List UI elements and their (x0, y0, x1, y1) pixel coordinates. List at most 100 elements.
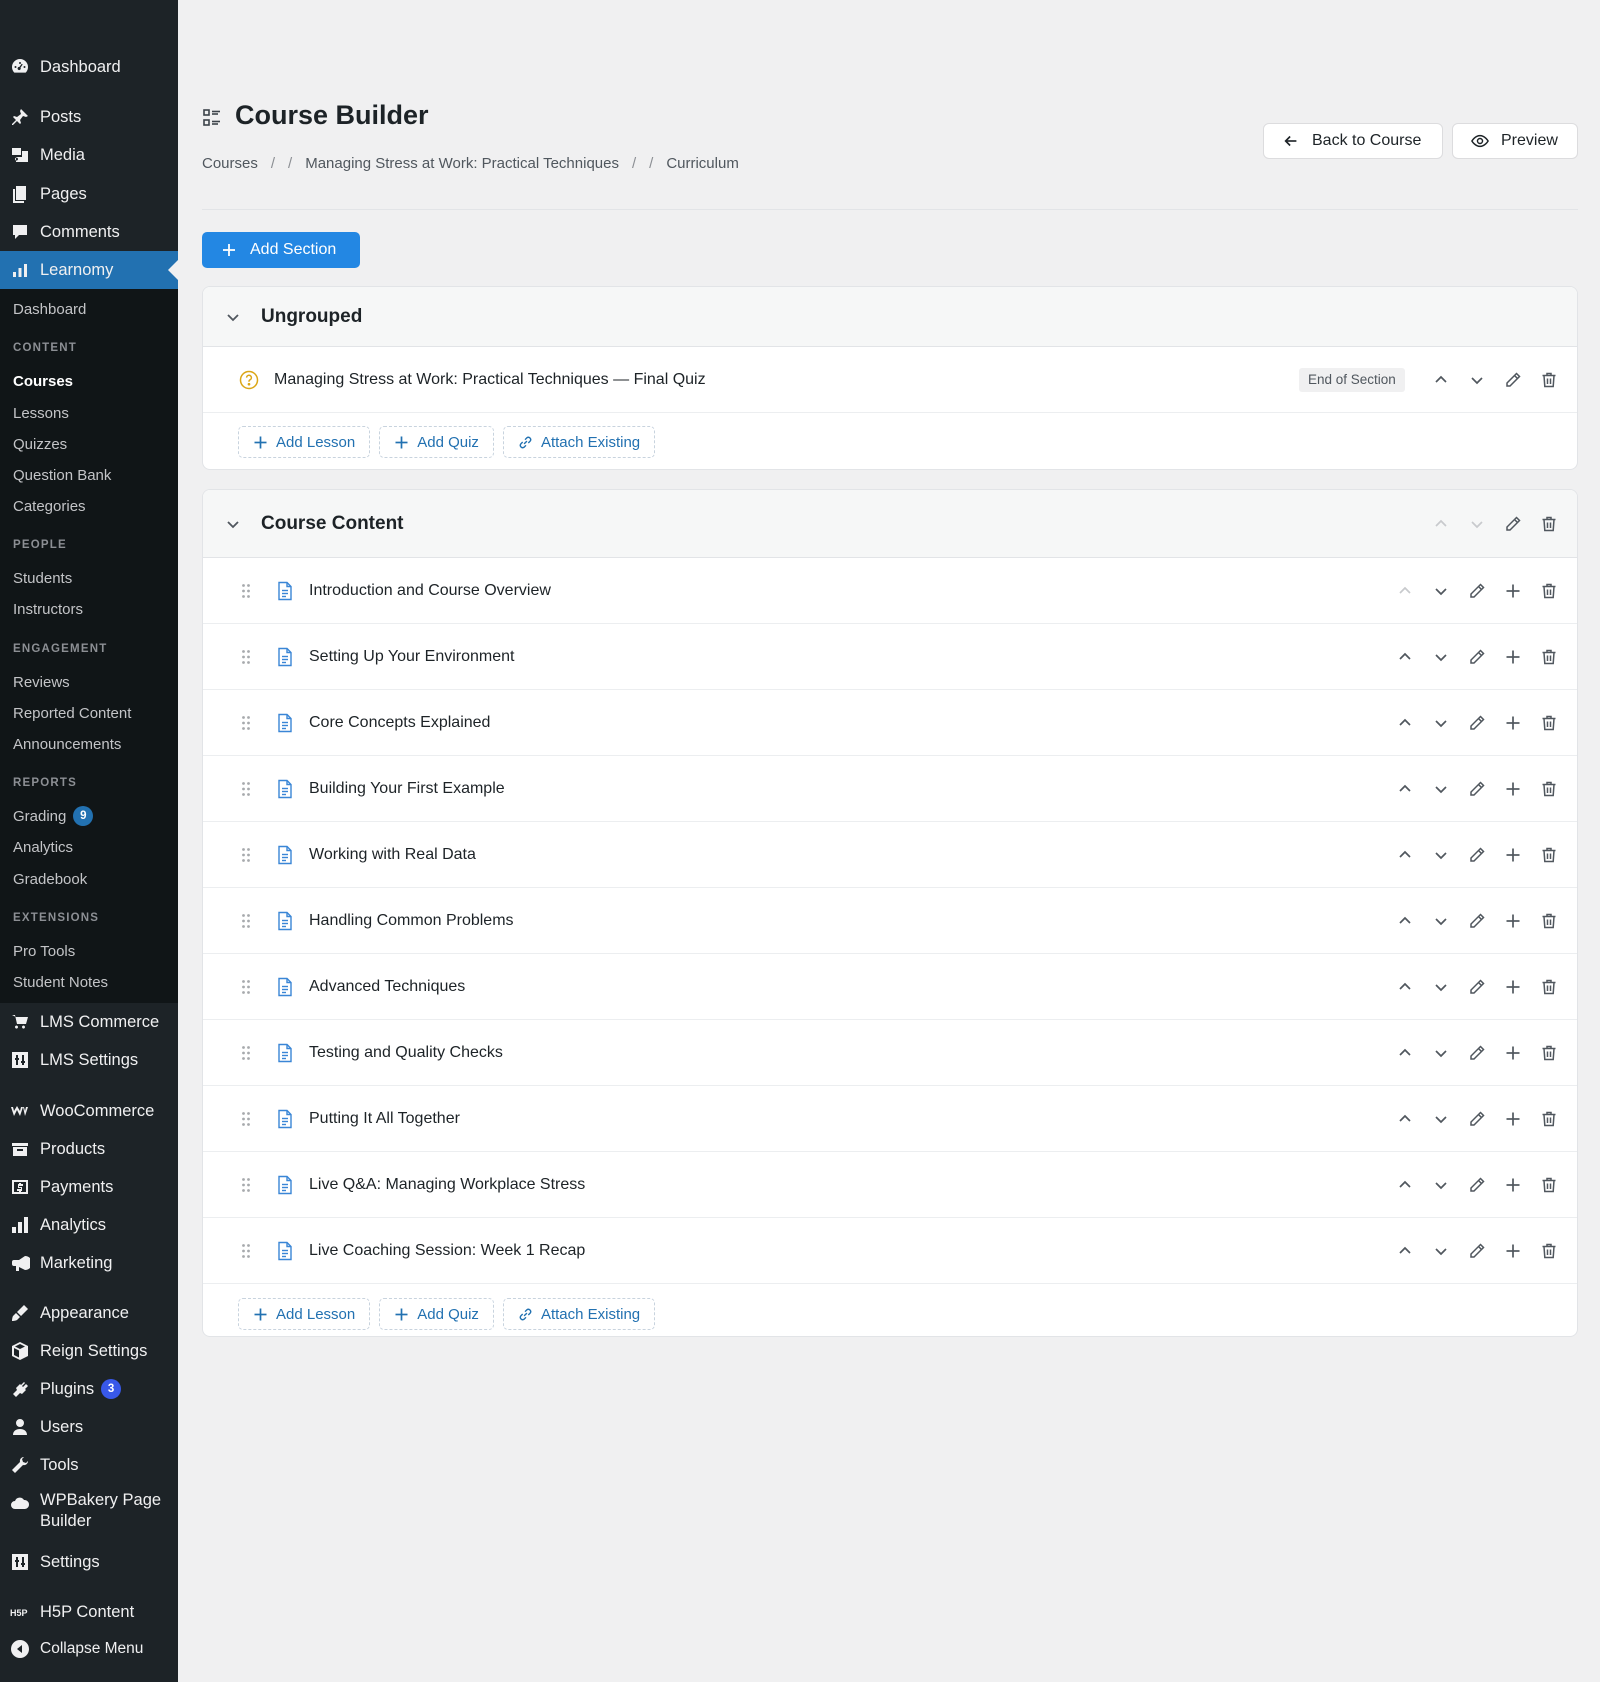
move-up-icon[interactable] (1393, 909, 1417, 933)
add-child-plus-icon[interactable] (1501, 1107, 1525, 1131)
add-child-plus-icon[interactable] (1501, 1041, 1525, 1065)
add-child-plus-icon[interactable] (1501, 843, 1525, 867)
move-down-icon[interactable] (1429, 1041, 1453, 1065)
move-down-icon[interactable] (1429, 1239, 1453, 1263)
move-up-icon[interactable] (1393, 975, 1417, 999)
collapse-menu-button[interactable]: Collapse Menu (0, 1633, 178, 1665)
lesson-row[interactable]: Testing and Quality Checks (203, 1020, 1577, 1086)
menu-plugins[interactable]: Plugins 3 (0, 1373, 178, 1405)
drag-handle-icon[interactable] (241, 1111, 251, 1127)
move-up-icon[interactable] (1429, 368, 1453, 392)
add-child-plus-icon[interactable] (1501, 777, 1525, 801)
move-down-icon[interactable] (1465, 512, 1489, 536)
trash-icon[interactable] (1537, 579, 1561, 603)
submenu-instructors[interactable]: Instructors (13, 601, 83, 618)
lesson-row[interactable]: Building Your First Example (203, 756, 1577, 822)
move-up-icon[interactable] (1393, 1041, 1417, 1065)
menu-appearance[interactable]: Appearance (0, 1297, 178, 1329)
add-lesson-button[interactable]: Add Lesson (238, 426, 371, 458)
drag-handle-icon[interactable] (241, 583, 251, 599)
drag-handle-icon[interactable] (241, 913, 251, 929)
submenu-courses[interactable]: Courses (13, 373, 73, 390)
add-child-plus-icon[interactable] (1501, 1173, 1525, 1197)
drag-handle-icon[interactable] (241, 715, 251, 731)
menu-pages[interactable]: Pages (0, 178, 178, 210)
submenu-reviews[interactable]: Reviews (13, 674, 70, 691)
trash-icon[interactable] (1537, 1041, 1561, 1065)
lesson-row[interactable]: Working with Real Data (203, 822, 1577, 888)
lesson-row[interactable]: Handling Common Problems (203, 888, 1577, 954)
move-down-icon[interactable] (1429, 579, 1453, 603)
menu-wpbakery[interactable]: WPBakery Page Builder (0, 1490, 178, 1534)
menu-analytics[interactable]: Analytics (0, 1209, 178, 1241)
submenu-dashboard[interactable]: Dashboard (13, 301, 86, 318)
menu-h5p-content[interactable]: H5P H5P Content (0, 1596, 178, 1628)
drag-handle-icon[interactable] (241, 847, 251, 863)
add-child-plus-icon[interactable] (1501, 1239, 1525, 1263)
move-up-icon[interactable] (1393, 777, 1417, 801)
curriculum-row-quiz[interactable]: Managing Stress at Work: Practical Techn… (203, 347, 1577, 413)
submenu-announcements[interactable]: Announcements (13, 736, 121, 753)
lesson-row[interactable]: Setting Up Your Environment (203, 624, 1577, 690)
move-up-icon[interactable] (1393, 1107, 1417, 1131)
move-down-icon[interactable] (1429, 1107, 1453, 1131)
submenu-reported-content[interactable]: Reported Content (13, 705, 131, 722)
menu-lms-commerce[interactable]: LMS Commerce (0, 1006, 178, 1038)
breadcrumb-courses[interactable]: Courses (202, 155, 258, 172)
menu-media[interactable]: Media (0, 139, 178, 171)
move-up-icon[interactable] (1393, 579, 1417, 603)
edit-pencil-icon[interactable] (1465, 711, 1489, 735)
trash-icon[interactable] (1537, 711, 1561, 735)
submenu-student-notes[interactable]: Student Notes (13, 974, 108, 991)
add-quiz-button[interactable]: Add Quiz (379, 1298, 494, 1330)
menu-tools[interactable]: Tools (0, 1449, 178, 1481)
edit-pencil-icon[interactable] (1465, 975, 1489, 999)
drag-handle-icon[interactable] (241, 979, 251, 995)
move-up-icon[interactable] (1429, 512, 1453, 536)
lesson-row[interactable]: Live Q&A: Managing Workplace Stress (203, 1152, 1577, 1218)
drag-handle-icon[interactable] (241, 649, 251, 665)
drag-handle-icon[interactable] (241, 1177, 251, 1193)
menu-reign-settings[interactable]: Reign Settings (0, 1335, 178, 1367)
add-section-button[interactable]: Add Section (202, 232, 360, 268)
move-up-icon[interactable] (1393, 843, 1417, 867)
menu-payments[interactable]: Payments (0, 1171, 178, 1203)
drag-handle-icon[interactable] (241, 1045, 251, 1061)
move-up-icon[interactable] (1393, 711, 1417, 735)
lesson-row[interactable]: Live Coaching Session: Week 1 Recap (203, 1218, 1577, 1284)
trash-icon[interactable] (1537, 645, 1561, 669)
add-child-plus-icon[interactable] (1501, 645, 1525, 669)
submenu-pro-tools[interactable]: Pro Tools (13, 943, 75, 960)
trash-icon[interactable] (1537, 1107, 1561, 1131)
chevron-down-icon[interactable] (215, 299, 251, 335)
move-down-icon[interactable] (1429, 975, 1453, 999)
move-down-icon[interactable] (1429, 1173, 1453, 1197)
trash-icon[interactable] (1537, 975, 1561, 999)
menu-users[interactable]: Users (0, 1411, 178, 1443)
move-down-icon[interactable] (1429, 843, 1453, 867)
submenu-quizzes[interactable]: Quizzes (13, 436, 67, 453)
edit-pencil-icon[interactable] (1501, 368, 1525, 392)
trash-icon[interactable] (1537, 368, 1561, 392)
move-down-icon[interactable] (1429, 711, 1453, 735)
submenu-grading[interactable]: Grading 9 (13, 806, 94, 826)
edit-pencil-icon[interactable] (1501, 512, 1525, 536)
edit-pencil-icon[interactable] (1465, 1041, 1489, 1065)
trash-icon[interactable] (1537, 1173, 1561, 1197)
menu-products[interactable]: Products (0, 1133, 178, 1165)
lesson-row[interactable]: Advanced Techniques (203, 954, 1577, 1020)
attach-existing-button[interactable]: Attach Existing (502, 1298, 656, 1330)
submenu-question-bank[interactable]: Question Bank (13, 467, 111, 484)
submenu-students[interactable]: Students (13, 570, 72, 587)
edit-pencil-icon[interactable] (1465, 645, 1489, 669)
chevron-down-icon[interactable] (215, 506, 251, 542)
trash-icon[interactable] (1537, 843, 1561, 867)
lesson-row[interactable]: Introduction and Course Overview (203, 558, 1577, 624)
add-child-plus-icon[interactable] (1501, 579, 1525, 603)
submenu-gradebook[interactable]: Gradebook (13, 871, 87, 888)
menu-lms-settings[interactable]: LMS Settings (0, 1044, 178, 1076)
trash-icon[interactable] (1537, 512, 1561, 536)
back-to-course-button[interactable]: Back to Course (1263, 123, 1443, 159)
edit-pencil-icon[interactable] (1465, 1173, 1489, 1197)
edit-pencil-icon[interactable] (1465, 843, 1489, 867)
